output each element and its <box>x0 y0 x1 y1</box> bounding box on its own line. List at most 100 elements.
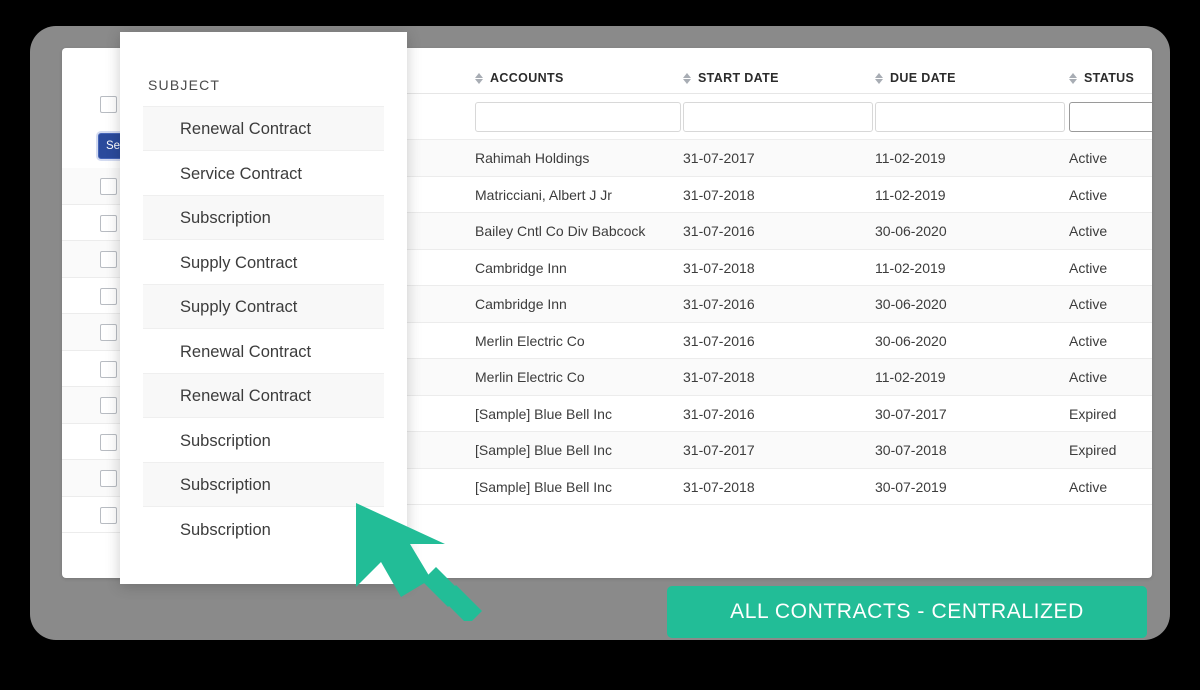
cell-start-date: 31-07-2016 <box>683 223 755 239</box>
cell-start-date: 31-07-2018 <box>683 478 755 495</box>
table-row[interactable]: Cambridge Inn 31-07-2016 30-06-2020 Active <box>407 286 1152 323</box>
cell-status: Active <box>1069 332 1108 349</box>
cell-accounts: Merlin Electric Co <box>475 369 585 385</box>
sort-icon[interactable] <box>1069 72 1077 85</box>
subject-list-item[interactable]: Subscription <box>143 195 384 240</box>
cell-status: Active <box>1069 296 1108 312</box>
cell-accounts: [Sample] Blue Bell Inc <box>475 405 612 422</box>
select-all-checkbox[interactable] <box>100 96 117 113</box>
column-header-start-date[interactable]: START DATE <box>683 71 863 85</box>
row-checkbox[interactable] <box>100 470 117 487</box>
subject-list-item[interactable]: Subscription <box>143 506 384 551</box>
sort-icon[interactable] <box>875 72 883 85</box>
caption-banner-text: ALL CONTRACTS - CENTRALIZED <box>730 600 1084 623</box>
table-row[interactable]: Rahimah Holdings 31-07-2017 11-02-2019 Acti… <box>407 140 1152 177</box>
row-checkbox-cell <box>62 424 122 460</box>
subject-panel-title: SUBJECT <box>148 77 221 93</box>
cell-accounts: [Sample] Blue Bell Inc <box>475 442 612 458</box>
row-checkbox-cell <box>62 387 122 424</box>
row-checkbox-cell <box>62 205 122 241</box>
subject-list-item[interactable]: Service Contract <box>143 150 384 195</box>
cell-status: Active <box>1069 369 1108 385</box>
cell-start-date: 31-07-2016 <box>683 332 755 349</box>
cell-accounts: Rahimah Holdings <box>475 150 590 166</box>
table-row[interactable]: [Sample] Blue Bell Inc 31-07-2016 30-07-20… <box>407 395 1152 432</box>
row-checkbox[interactable] <box>100 324 117 341</box>
rail-header <box>62 48 122 113</box>
filter-input-accounts[interactable] <box>475 102 681 132</box>
column-header-start-date-label: START DATE <box>698 71 779 85</box>
table-row[interactable]: Merlin Electric Co 31-07-2016 30-06-2020 Ac… <box>407 322 1152 359</box>
cell-due-date: 11-02-2019 <box>875 186 946 203</box>
cell-start-date: 31-07-2017 <box>683 442 755 458</box>
cell-accounts: Matricciani, Albert J Jr <box>475 186 612 203</box>
cell-due-date: 11-02-2019 <box>875 150 946 166</box>
row-checkbox-cell <box>62 314 122 351</box>
row-checkbox[interactable] <box>100 433 117 451</box>
table-row[interactable]: [Sample] Blue Bell Inc 31-07-2017 30-07-20… <box>407 432 1152 469</box>
rail-checkbox-rows <box>62 168 122 533</box>
row-checkbox[interactable] <box>100 178 117 195</box>
cell-accounts: Cambridge Inn <box>475 259 567 276</box>
table-body: Rahimah Holdings 31-07-2017 11-02-2019 Acti… <box>407 140 1152 505</box>
subject-list-item[interactable]: Supply Contract <box>143 284 384 329</box>
column-header-status-label: STATUS <box>1084 71 1135 85</box>
contracts-table: ACCOUNTS START DATE DUE DATE STATUS Rahi… <box>407 48 1152 578</box>
column-header-accounts[interactable]: ACCOUNTS <box>475 71 680 85</box>
subject-list-item[interactable]: Supply Contract <box>143 239 384 284</box>
cell-accounts: Merlin Electric Co <box>475 332 585 349</box>
subject-list-item[interactable]: Subscription <box>143 462 384 507</box>
cell-status: Active <box>1069 259 1108 276</box>
cell-due-date: 30-06-2020 <box>875 296 947 312</box>
row-checkbox-cell <box>62 351 122 387</box>
cell-start-date: 31-07-2017 <box>683 150 755 166</box>
cell-start-date: 31-07-2018 <box>683 186 755 203</box>
column-header-status[interactable]: STATUS <box>1069 71 1152 85</box>
column-header-accounts-label: ACCOUNTS <box>490 71 564 85</box>
cell-due-date: 11-02-2019 <box>875 259 946 276</box>
cell-start-date: 31-07-2016 <box>683 296 755 312</box>
table-row[interactable]: Merlin Electric Co 31-07-2018 11-02-2019 Ac… <box>407 359 1152 396</box>
table-row[interactable]: Matricciani, Albert J Jr 31-07-2018 11-02-… <box>407 176 1152 213</box>
cell-start-date: 31-07-2016 <box>683 405 755 422</box>
subject-column-panel: SUBJECT Renewal Contract Service Contract… <box>120 32 407 584</box>
table-row[interactable]: Cambridge Inn 31-07-2018 11-02-2019 Active <box>407 249 1152 286</box>
row-checkbox[interactable] <box>100 287 117 305</box>
cell-status: Expired <box>1069 405 1117 422</box>
row-checkbox-cell <box>62 278 122 314</box>
filter-input-start-date[interactable] <box>683 102 873 132</box>
screenshot-stage: Se ACCOUNTS START DATE DUE DATE STATUS R… <box>0 0 1200 690</box>
table-header-row: ACCOUNTS START DATE DUE DATE STATUS <box>407 48 1152 94</box>
table-row[interactable]: [Sample] Blue Bell Inc 31-07-2018 30-07-20… <box>407 468 1152 505</box>
cell-due-date: 30-07-2018 <box>875 442 947 458</box>
cell-status: Active <box>1069 478 1108 495</box>
row-checkbox[interactable] <box>100 360 117 378</box>
column-filter-bar <box>407 94 1152 140</box>
subject-list-item[interactable]: Subscription <box>143 417 384 462</box>
cell-start-date: 31-07-2018 <box>683 259 755 276</box>
cell-start-date: 31-07-2018 <box>683 369 755 385</box>
cell-due-date: 30-06-2020 <box>875 332 947 349</box>
subject-list-item[interactable]: Renewal Contract <box>143 328 384 373</box>
caption-banner: ALL CONTRACTS - CENTRALIZED <box>667 586 1147 638</box>
cell-due-date: 30-06-2020 <box>875 223 947 239</box>
row-checkbox-cell <box>62 497 122 533</box>
filter-input-due-date[interactable] <box>875 102 1065 132</box>
cell-status: Active <box>1069 223 1108 239</box>
row-checkbox-cell <box>62 460 122 497</box>
filter-input-status[interactable] <box>1069 102 1152 132</box>
subject-list-item[interactable]: Renewal Contract <box>143 106 384 151</box>
subject-list-item[interactable]: Renewal Contract <box>143 373 384 418</box>
sort-icon[interactable] <box>683 72 691 85</box>
cell-due-date: 11-02-2019 <box>875 369 946 385</box>
row-checkbox[interactable] <box>100 506 117 524</box>
sort-icon[interactable] <box>475 72 483 85</box>
table-row[interactable]: Bailey Cntl Co Div Babcock 31-07-2016 30-0… <box>407 213 1152 250</box>
row-checkbox-cell <box>62 168 122 205</box>
row-checkbox[interactable] <box>100 397 117 414</box>
column-header-due-date[interactable]: DUE DATE <box>875 71 1055 85</box>
row-checkbox[interactable] <box>100 251 117 268</box>
row-checkbox-cell <box>62 241 122 278</box>
row-checkbox[interactable] <box>100 214 117 232</box>
cell-status: Expired <box>1069 442 1117 458</box>
